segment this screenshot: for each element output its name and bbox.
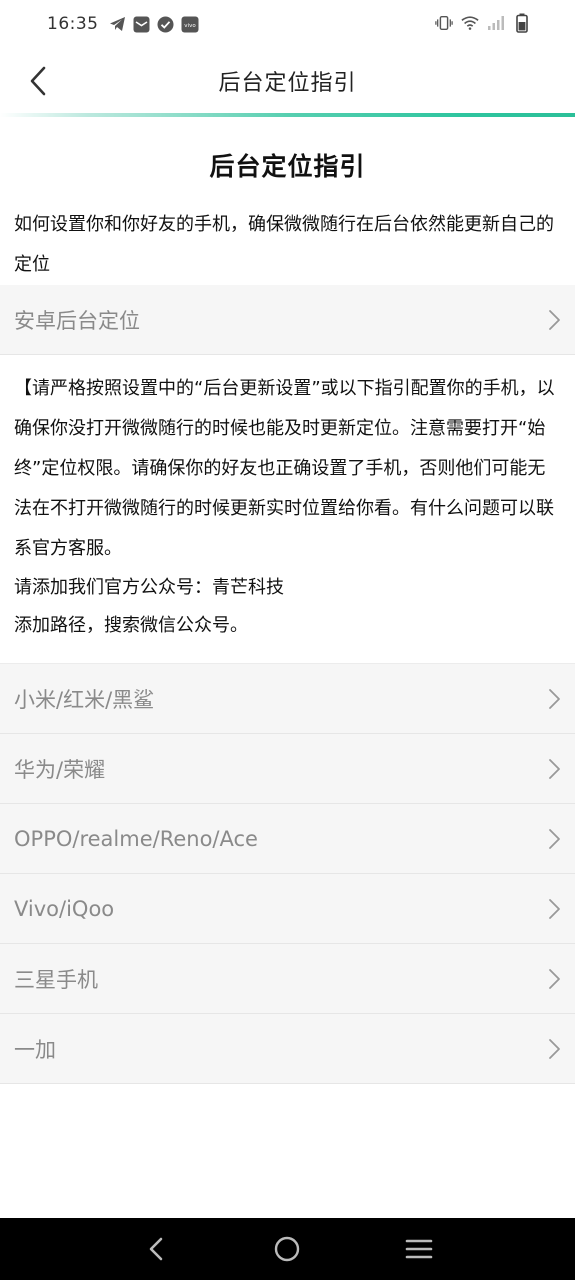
chevron-right-icon xyxy=(549,899,560,919)
system-nav-bar xyxy=(0,1218,575,1280)
add-path-line: 添加路径，搜索微信公众号。 xyxy=(14,615,248,636)
back-button[interactable] xyxy=(22,64,54,98)
row-label: 小米/红米/黑鲨 xyxy=(14,687,155,712)
brand-row-huawei[interactable]: 华为/荣耀 xyxy=(0,734,575,804)
android-background-location-row[interactable]: 安卓后台定位 xyxy=(0,285,575,355)
mail-icon xyxy=(133,15,151,33)
brand-row-oneplus[interactable]: 一加 xyxy=(0,1014,575,1084)
chevron-left-icon xyxy=(30,66,46,96)
content: 后台定位指引 如何设置你和你好友的手机，确保微微随行在后台依然能更新自己的定位 … xyxy=(0,117,575,1084)
header-title: 后台定位指引 xyxy=(218,71,357,96)
brand-row-vivo[interactable]: Vivo/iQoo xyxy=(0,874,575,944)
app-header: 后台定位指引 xyxy=(0,48,575,114)
telegram-icon xyxy=(109,15,127,33)
chevron-right-icon xyxy=(549,759,560,779)
chevron-right-icon xyxy=(549,689,560,709)
vivo-icon: vivo xyxy=(181,15,199,33)
official-account-line: 请添加我们官方公众号：青芒科技 xyxy=(14,577,284,598)
status-time: 16:35 xyxy=(47,14,99,34)
row-label: OPPO/realme/Reno/Ace xyxy=(14,826,258,851)
check-circle-icon xyxy=(157,15,175,33)
back-icon xyxy=(149,1237,163,1261)
wifi-icon xyxy=(461,14,479,32)
signal-icon xyxy=(487,14,505,32)
nav-back-button[interactable] xyxy=(136,1229,176,1269)
chevron-right-icon xyxy=(549,1039,560,1059)
row-label: 一加 xyxy=(14,1037,56,1062)
row-label: 安卓后台定位 xyxy=(14,308,140,333)
status-left-icons: vivo xyxy=(109,15,199,33)
nav-menu-button[interactable] xyxy=(399,1229,439,1269)
screen: 16:35 vivo 后台定位指引 后台定位指引 如何设置你和你好友的手机，确保… xyxy=(0,0,575,1280)
menu-icon xyxy=(405,1239,433,1259)
chevron-right-icon xyxy=(549,969,560,989)
brand-row-xiaomi[interactable]: 小米/红米/黑鲨 xyxy=(0,664,575,734)
chevron-right-icon xyxy=(549,829,560,849)
home-icon xyxy=(275,1236,300,1262)
row-label: 三星手机 xyxy=(14,967,98,992)
page-heading: 后台定位指引 xyxy=(209,152,366,181)
brand-row-oppo[interactable]: OPPO/realme/Reno/Ace xyxy=(0,804,575,874)
row-label: 华为/荣耀 xyxy=(14,757,106,782)
row-label: Vivo/iQoo xyxy=(14,896,115,921)
intro-text: 如何设置你和你好友的手机，确保微微随行在后台依然能更新自己的定位 xyxy=(14,214,554,275)
status-right-icons xyxy=(435,13,531,33)
nav-home-button[interactable] xyxy=(267,1229,307,1269)
chevron-right-icon xyxy=(549,310,560,330)
notice-paragraph: 【请严格按照设置中的“后台更新设置”或以下指引配置你的手机，以确保你没打开微微随… xyxy=(14,378,555,559)
svg-text:vivo: vivo xyxy=(184,23,196,29)
status-bar: 16:35 vivo xyxy=(0,0,575,48)
battery-icon xyxy=(513,13,531,33)
brand-row-samsung[interactable]: 三星手机 xyxy=(0,944,575,1014)
vibrate-icon xyxy=(435,14,453,32)
notice-block: 【请严格按照设置中的“后台更新设置”或以下指引配置你的手机，以确保你没打开微微随… xyxy=(0,355,575,664)
